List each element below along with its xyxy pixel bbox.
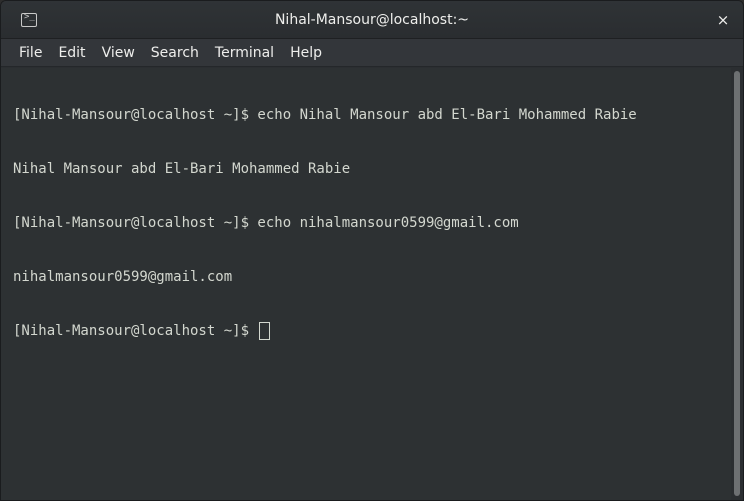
close-button[interactable]: × xyxy=(713,10,733,30)
terminal-line: Nihal Mansour abd El-Bari Mohammed Rabie xyxy=(13,161,351,177)
title-bar[interactable]: >_ Nihal-Mansour@localhost:~ × xyxy=(1,1,743,39)
terminal-icon: >_ xyxy=(21,12,37,27)
terminal-output[interactable]: [Nihal-Mansour@localhost ~]$ echo Nihal … xyxy=(1,68,733,500)
menu-bar: File Edit View Search Terminal Help xyxy=(1,39,743,67)
vertical-scrollbar[interactable] xyxy=(731,68,743,500)
terminal-prompt: [Nihal-Mansour@localhost ~]$ xyxy=(13,323,258,339)
menu-view[interactable]: View xyxy=(94,39,143,67)
text-cursor xyxy=(259,322,271,340)
scrollbar-thumb[interactable] xyxy=(734,71,740,496)
menu-search[interactable]: Search xyxy=(143,39,207,67)
menu-help[interactable]: Help xyxy=(282,39,330,67)
terminal-prompt-line[interactable]: [Nihal-Mansour@localhost ~]$ xyxy=(13,322,733,340)
terminal-line: [Nihal-Mansour@localhost ~]$ echo nihalm… xyxy=(13,215,519,231)
terminal-line: [Nihal-Mansour@localhost ~]$ echo Nihal … xyxy=(13,107,637,123)
terminal-window: >_ Nihal-Mansour@localhost:~ × File Edit… xyxy=(0,0,744,501)
menu-file[interactable]: File xyxy=(11,39,50,67)
menu-edit[interactable]: Edit xyxy=(50,39,93,67)
terminal-line: nihalmansour0599@gmail.com xyxy=(13,269,233,285)
menu-terminal[interactable]: Terminal xyxy=(207,39,282,67)
window-title: Nihal-Mansour@localhost:~ xyxy=(274,11,470,28)
